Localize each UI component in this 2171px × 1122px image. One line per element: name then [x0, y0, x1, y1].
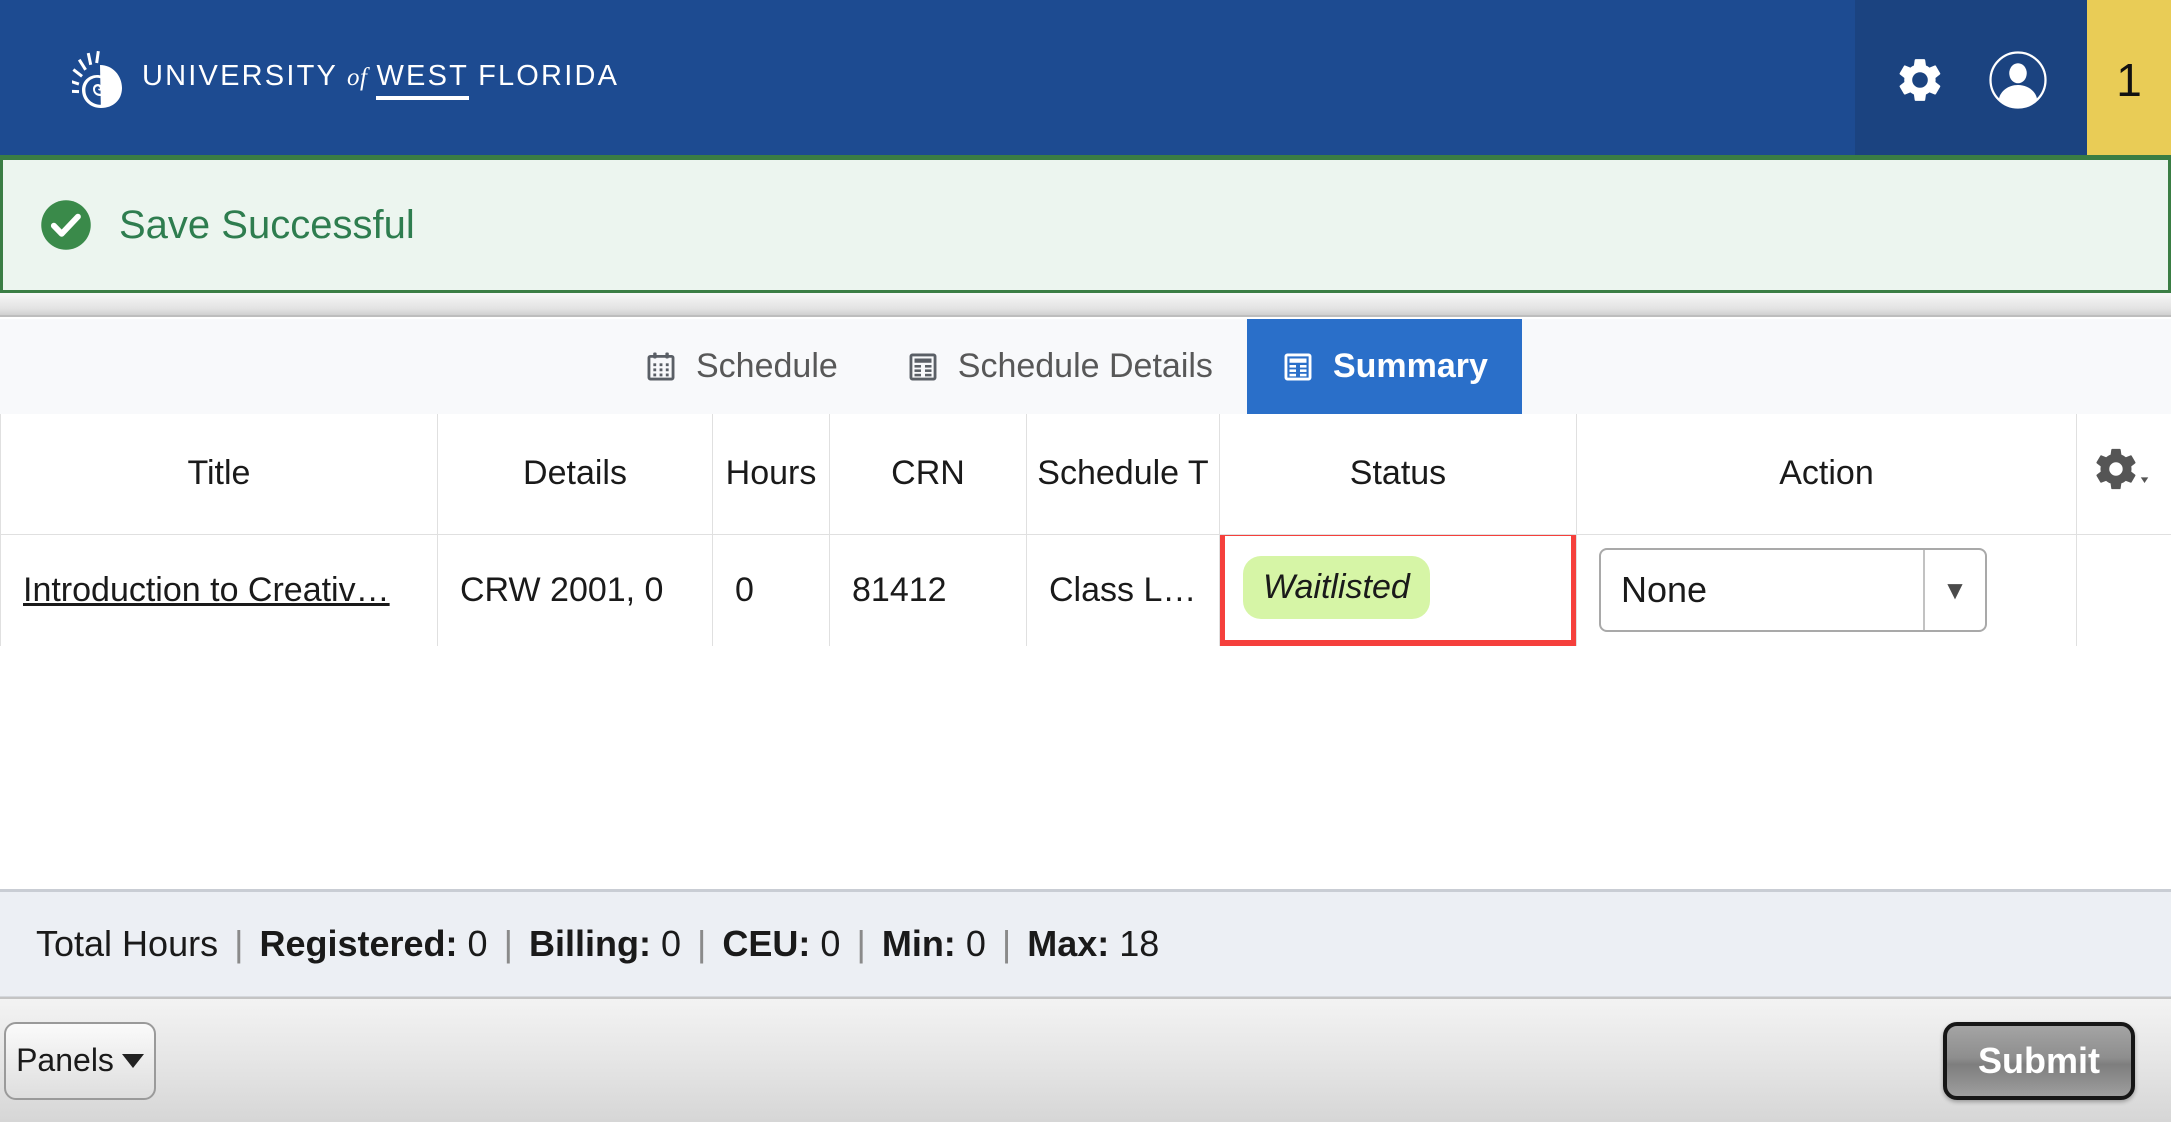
tab-schedule-details-label: Schedule Details — [957, 347, 1213, 385]
totals-ceu-label: CEU: — [722, 923, 811, 964]
cell-details: CRW 2001, 0 — [437, 534, 713, 647]
cell-title: Introduction to Creativ… — [0, 534, 438, 647]
column-header-hours[interactable]: Hours — [712, 414, 830, 535]
course-title-link[interactable]: Introduction to Creativ… — [23, 571, 390, 609]
column-settings-header — [2076, 414, 2171, 535]
brand-university-text: UNIVERSITY — [142, 60, 339, 92]
totals-min-value: 0 — [965, 923, 986, 964]
column-header-crn[interactable]: CRN — [829, 414, 1027, 535]
table-grid-icon — [1284, 353, 1312, 380]
cell-settings-spacer — [2076, 534, 2171, 647]
totals-max-value: 18 — [1119, 923, 1160, 964]
panels-button-label: Panels — [16, 1042, 114, 1078]
column-header-action[interactable]: Action — [1576, 414, 2077, 535]
chevron-down-icon — [121, 1053, 144, 1068]
chevron-down-icon[interactable]: ▼ — [1923, 550, 1985, 630]
brand-west-text: WEST — [376, 60, 470, 100]
brand-logo[interactable]: UNIVERSITY of WEST FLORIDA — [72, 51, 619, 109]
user-avatar-icon[interactable] — [1988, 50, 2048, 110]
column-header-schedule-type[interactable]: Schedule T — [1026, 414, 1220, 535]
panels-button[interactable]: Panels — [4, 1021, 156, 1100]
cell-schedule-type: Class L… — [1026, 534, 1220, 647]
totals-registered-label: Registered: — [259, 923, 458, 964]
notification-count-badge[interactable]: 1 — [2087, 0, 2171, 160]
totals-separator-1: | — [234, 923, 244, 964]
bottom-action-bar: Panels Submit — [0, 997, 2171, 1122]
calendar-icon — [647, 352, 675, 380]
summary-table: Title Details Hours CRN Schedule T Statu… — [0, 414, 2171, 647]
registration-summary-page: UNIVERSITY of WEST FLORIDA 1 Save Succes… — [0, 0, 2171, 1122]
totals-text: Total Hours | Registered: 0 | Billing: 0… — [36, 923, 1159, 965]
brand-florida-text: FLORIDA — [478, 60, 620, 92]
gear-icon[interactable] — [1894, 54, 1946, 106]
table-settings-gear-icon[interactable] — [2096, 445, 2152, 493]
totals-ceu-value: 0 — [820, 923, 841, 964]
table-empty-space — [0, 646, 2171, 889]
brand-wordmark: UNIVERSITY of WEST FLORIDA — [142, 60, 619, 100]
cell-crn: 81412 — [829, 534, 1027, 647]
tab-summary[interactable]: Summary — [1246, 319, 1522, 414]
tab-schedule-details[interactable]: Schedule Details — [872, 319, 1247, 414]
action-select-value: None — [1621, 569, 1708, 610]
totals-separator-3: | — [697, 923, 707, 964]
table-grid-icon — [909, 353, 937, 380]
totals-label: Total Hours — [36, 923, 219, 964]
totals-max-label: Max: — [1027, 923, 1110, 964]
totals-registered-value: 0 — [467, 923, 488, 964]
table-row: Introduction to Creativ… CRW 2001, 0 0 8… — [0, 534, 2171, 647]
tab-schedule[interactable]: Schedule — [610, 319, 872, 414]
summary-table-container: Title Details Hours CRN Schedule T Statu… — [0, 414, 2171, 647]
check-circle-icon — [41, 200, 91, 250]
table-head: Title Details Hours CRN Schedule T Statu… — [0, 414, 2171, 535]
toolbar-gradient-strip — [0, 293, 2171, 317]
status-highlight-box: Waitlisted — [1220, 534, 1576, 645]
totals-bar: Total Hours | Registered: 0 | Billing: 0… — [0, 889, 2171, 997]
totals-billing-value: 0 — [660, 923, 681, 964]
totals-min-label: Min: — [881, 923, 956, 964]
header-icon-panel — [1855, 0, 2087, 160]
table-body: Introduction to Creativ… CRW 2001, 0 0 8… — [0, 534, 2171, 647]
totals-billing-label: Billing: — [528, 923, 651, 964]
column-header-title[interactable]: Title — [0, 414, 438, 535]
header-right-group: 1 — [1855, 0, 2171, 160]
status-badge: Waitlisted — [1243, 556, 1430, 619]
column-header-details[interactable]: Details — [437, 414, 713, 535]
action-select[interactable]: None ▼ — [1599, 548, 1987, 632]
brand-of-text: of — [347, 64, 368, 91]
table-header-row: Title Details Hours CRN Schedule T Statu… — [0, 414, 2171, 535]
nautilus-shell-logo-icon — [72, 51, 122, 108]
totals-separator-2: | — [503, 923, 513, 964]
cell-status: Waitlisted — [1219, 534, 1577, 647]
tab-summary-label: Summary — [1332, 347, 1488, 385]
save-successful-banner: Save Successful — [0, 160, 2171, 293]
tab-schedule-label: Schedule — [696, 347, 838, 385]
totals-separator-5: | — [1001, 923, 1012, 964]
banner-message: Save Successful — [119, 202, 415, 247]
cell-hours: 0 — [712, 534, 830, 647]
submit-button[interactable]: Submit — [1943, 1021, 2135, 1100]
totals-separator-4: | — [856, 923, 866, 964]
column-header-status[interactable]: Status — [1219, 414, 1577, 535]
schedule-tabbar: Schedule Schedule Details Summary — [0, 319, 2171, 414]
app-header: UNIVERSITY of WEST FLORIDA 1 — [0, 0, 2171, 160]
cell-action: None ▼ — [1576, 534, 2077, 647]
